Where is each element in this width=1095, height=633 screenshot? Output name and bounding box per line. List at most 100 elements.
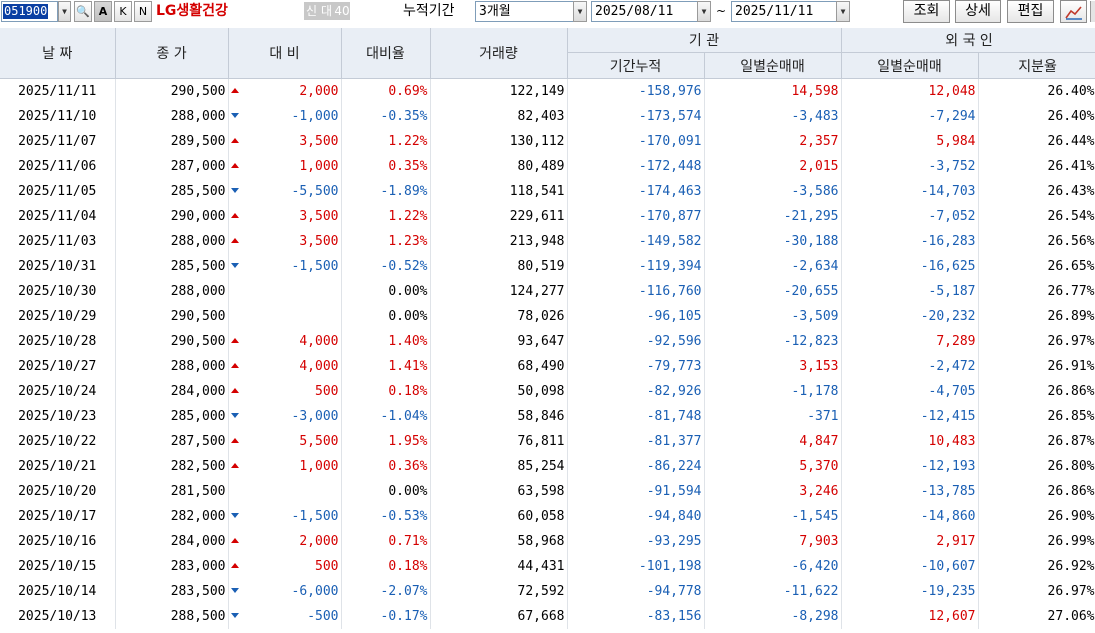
table-row[interactable]: 2025/10/21 282,500 1,000 0.36% 85,254 -86,224… <box>0 454 1095 479</box>
table-row[interactable]: 2025/11/03 288,000 3,500 1.23% 213,948 -149,5… <box>0 229 1095 254</box>
header-date[interactable]: 날 짜 <box>0 28 116 79</box>
start-date-field[interactable]: 2025/08/11 <box>591 1 698 22</box>
table-row[interactable]: 2025/10/16 284,000 2,000 0.71% 58,968 -93,295… <box>0 529 1095 554</box>
close-price-cell: 288,000 <box>115 229 229 254</box>
close-price-cell-value: 282,500 <box>170 459 226 474</box>
volume-cell-value: 58,968 <box>517 534 565 549</box>
end-date-field[interactable]: 2025/11/11 <box>731 1 837 22</box>
code-dropdown-arrow-icon[interactable]: ▼ <box>58 1 71 22</box>
up-triangle-icon <box>230 238 239 243</box>
foreign-share-cell: 26.40% <box>978 104 1095 129</box>
header-institution-cumulative[interactable]: 기간누적 <box>567 52 705 79</box>
diff-cell: 1,000 <box>228 154 342 179</box>
diff-cell-value: 4,000 <box>299 359 339 374</box>
diff-cell: 500 <box>228 379 342 404</box>
table-row[interactable]: 2025/10/14 283,500 -6,000 -2.07% 72,592 -94,7… <box>0 579 1095 604</box>
rate-cell-value: 0.18% <box>388 384 428 399</box>
table-row[interactable]: 2025/10/31 285,500 -1,500 -0.52% 80,519 -119,… <box>0 254 1095 279</box>
diff-cell: -500 <box>228 604 342 629</box>
table-row[interactable]: 2025/11/06 287,000 1,000 0.35% 80,489 -172,44… <box>0 154 1095 179</box>
n-button[interactable]: N <box>134 1 152 22</box>
up-triangle-icon <box>230 213 239 218</box>
foreign-share-cell: 26.87% <box>978 429 1095 454</box>
rate-cell-value: 0.35% <box>388 159 428 174</box>
diff-cell-value: 1,000 <box>299 159 339 174</box>
header-foreign-daily[interactable]: 일별순매매 <box>841 52 979 79</box>
rate-cell-value: -1.89% <box>380 184 428 199</box>
diff-cell-value: 5,500 <box>299 434 339 449</box>
rate-cell-value: 0.18% <box>388 559 428 574</box>
rate-cell-value: -0.53% <box>380 509 428 524</box>
a-button[interactable]: A <box>94 1 112 22</box>
institution-cumulative-cell-value: -116,760 <box>638 284 702 299</box>
edit-button[interactable]: 편집 <box>1007 0 1054 23</box>
diff-cell: 4,000 <box>228 354 342 379</box>
table-row[interactable]: 2025/10/23 285,000 -3,000 -1.04% 58,846 -81,7… <box>0 404 1095 429</box>
volume-cell-value: 93,647 <box>517 334 565 349</box>
table-row[interactable]: 2025/10/29 290,500 0.00% 78,026 -96,105 -3,50… <box>0 304 1095 329</box>
table-row[interactable]: 2025/10/22 287,500 5,500 1.95% 76,811 -81,377… <box>0 429 1095 454</box>
table-row[interactable]: 2025/10/27 288,000 4,000 1.41% 68,490 -79,773… <box>0 354 1095 379</box>
table-row[interactable]: 2025/11/07 289,500 3,500 1.22% 130,112 -170,0… <box>0 129 1095 154</box>
table-row[interactable]: 2025/10/30 288,000 0.00% 124,277 -116,760 -20… <box>0 279 1095 304</box>
header-institution-daily[interactable]: 일별순매매 <box>704 52 842 79</box>
foreign-share-cell: 26.86% <box>978 479 1095 504</box>
institution-cumulative-cell: -91,594 <box>567 479 705 504</box>
stock-code-input[interactable]: 051900 <box>1 1 58 22</box>
down-triangle-icon <box>230 613 239 618</box>
volume-cell-value: 67,668 <box>517 609 565 624</box>
institution-cumulative-cell: -119,394 <box>567 254 705 279</box>
header-close[interactable]: 종 가 <box>115 28 229 79</box>
rate-cell: 0.36% <box>341 454 431 479</box>
foreign-daily-cell: -7,052 <box>841 204 979 229</box>
rate-cell-value: 0.69% <box>388 84 428 99</box>
institution-daily-cell: 2,357 <box>704 129 842 154</box>
foreign-share-cell: 26.77% <box>978 279 1095 304</box>
foreign-share-cell-value: 26.85% <box>1047 409 1095 424</box>
foreign-daily-cell: -10,607 <box>841 554 979 579</box>
close-price-cell: 287,000 <box>115 154 229 179</box>
date-cell: 2025/11/05 <box>0 179 116 204</box>
institution-cumulative-cell-value: -149,582 <box>638 234 702 249</box>
search-icon[interactable]: 🔍 <box>74 1 92 22</box>
table-row[interactable]: 2025/10/28 290,500 4,000 1.40% 93,647 -92,596… <box>0 329 1095 354</box>
date-cell-value: 2025/11/11 <box>18 84 97 99</box>
rate-cell-value: -0.52% <box>380 259 428 274</box>
period-dropdown-arrow-icon[interactable]: ▼ <box>573 1 587 22</box>
table-row[interactable]: 2025/10/24 284,000 500 0.18% 50,098 -82,926 -1… <box>0 379 1095 404</box>
end-date-calendar-icon[interactable]: ▼ <box>836 1 850 22</box>
close-price-cell-value: 285,000 <box>170 409 226 424</box>
volume-cell: 93,647 <box>430 329 568 354</box>
up-triangle-icon <box>230 363 239 368</box>
header-rate[interactable]: 대비율 <box>341 28 431 79</box>
volume-cell-value: 68,490 <box>517 359 565 374</box>
table-row[interactable]: 2025/10/20 281,500 0.00% 63,598 -91,594 3,246… <box>0 479 1095 504</box>
start-date-calendar-icon[interactable]: ▼ <box>697 1 711 22</box>
table-row[interactable]: 2025/11/04 290,000 3,500 1.22% 229,611 -170,8… <box>0 204 1095 229</box>
foreign-share-cell: 26.89% <box>978 304 1095 329</box>
table-row[interactable]: 2025/11/05 285,500 -5,500 -1.89% 118,541 -174… <box>0 179 1095 204</box>
header-diff[interactable]: 대 비 <box>228 28 342 79</box>
chart-icon[interactable] <box>1060 0 1087 23</box>
header-volume[interactable]: 거래량 <box>430 28 568 79</box>
rate-cell: -0.52% <box>341 254 431 279</box>
detail-button[interactable]: 상세 <box>955 0 1001 23</box>
table-row[interactable]: 2025/10/15 283,000 500 0.18% 44,431 -101,198 -… <box>0 554 1095 579</box>
k-button[interactable]: K <box>114 1 132 22</box>
table-row[interactable]: 2025/10/13 288,500 -500 -0.17% 67,668 -83,156… <box>0 604 1095 629</box>
volume-cell: 124,277 <box>430 279 568 304</box>
foreign-daily-cell: 10,483 <box>841 429 979 454</box>
diff-cell: -5,500 <box>228 179 342 204</box>
foreign-share-cell: 26.90% <box>978 504 1095 529</box>
close-price-cell: 290,500 <box>115 329 229 354</box>
table-row[interactable]: 2025/10/17 282,000 -1,500 -0.53% 60,058 -94,8… <box>0 504 1095 529</box>
rate-cell: -0.17% <box>341 604 431 629</box>
header-foreign-share[interactable]: 지분율 <box>978 52 1095 79</box>
period-select[interactable]: 3개월 <box>475 1 574 22</box>
institution-cumulative-cell-value: -92,596 <box>646 334 702 349</box>
table-row[interactable]: 2025/11/11 290,500 2,000 0.69% 122,149 -158,9… <box>0 78 1095 104</box>
table-row[interactable]: 2025/11/10 288,000 -1,000 -0.35% 82,403 -173,… <box>0 104 1095 129</box>
rate-cell-value: 1.22% <box>388 134 428 149</box>
query-button[interactable]: 조회 <box>903 0 950 23</box>
foreign-daily-cell-value: -16,625 <box>920 259 976 274</box>
